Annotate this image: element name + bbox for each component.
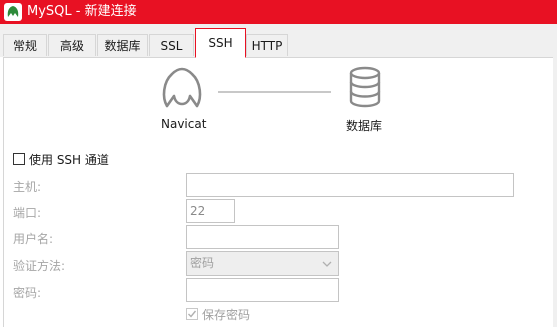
title-bar: MySQL - 新建连接 xyxy=(0,0,557,24)
save-password-label: 保存密码 xyxy=(202,307,251,322)
save-password-row[interactable]: 保存密码 xyxy=(186,306,250,322)
tab-general[interactable]: 常规 xyxy=(3,34,47,56)
save-password-checkbox[interactable] xyxy=(186,308,198,320)
port-input[interactable]: 22 xyxy=(186,199,235,223)
port-label: 端口: xyxy=(13,206,42,220)
password-input[interactable] xyxy=(186,278,339,302)
navicat-label: Navicat xyxy=(161,117,207,131)
auth-method-select[interactable]: 密码 xyxy=(186,251,339,276)
database-label: 数据库 xyxy=(346,119,383,133)
host-label: 主机: xyxy=(13,180,42,194)
tab-ssh[interactable]: SSH xyxy=(195,28,246,58)
tab-http[interactable]: HTTP xyxy=(246,34,288,56)
window-edge xyxy=(553,24,557,327)
auth-method-value: 密码 xyxy=(190,256,215,270)
username-label: 用户名: xyxy=(13,232,54,246)
tab-ssl[interactable]: SSL xyxy=(149,34,194,56)
tab-databases[interactable]: 数据库 xyxy=(97,34,148,56)
host-input[interactable] xyxy=(186,173,514,197)
use-ssh-tunnel-checkbox[interactable] xyxy=(13,153,25,165)
auth-method-label: 验证方法: xyxy=(13,259,66,273)
tab-advanced[interactable]: 高级 xyxy=(48,34,96,56)
navicat-app-icon xyxy=(4,3,22,21)
connection-line xyxy=(218,91,331,93)
username-input[interactable] xyxy=(186,225,339,249)
tab-bar: 常规 高级 数据库 SSL SSH HTTP xyxy=(0,24,557,58)
chevron-down-icon xyxy=(322,261,332,267)
checkmark-icon xyxy=(188,310,197,318)
use-ssh-tunnel-row[interactable]: 使用 SSH 通道 xyxy=(13,151,109,167)
window-title: MySQL - 新建连接 xyxy=(27,4,137,19)
navicat-icon xyxy=(162,67,202,108)
database-icon xyxy=(349,66,381,108)
password-label: 密码: xyxy=(13,286,42,300)
use-ssh-tunnel-label: 使用 SSH 通道 xyxy=(29,152,109,167)
